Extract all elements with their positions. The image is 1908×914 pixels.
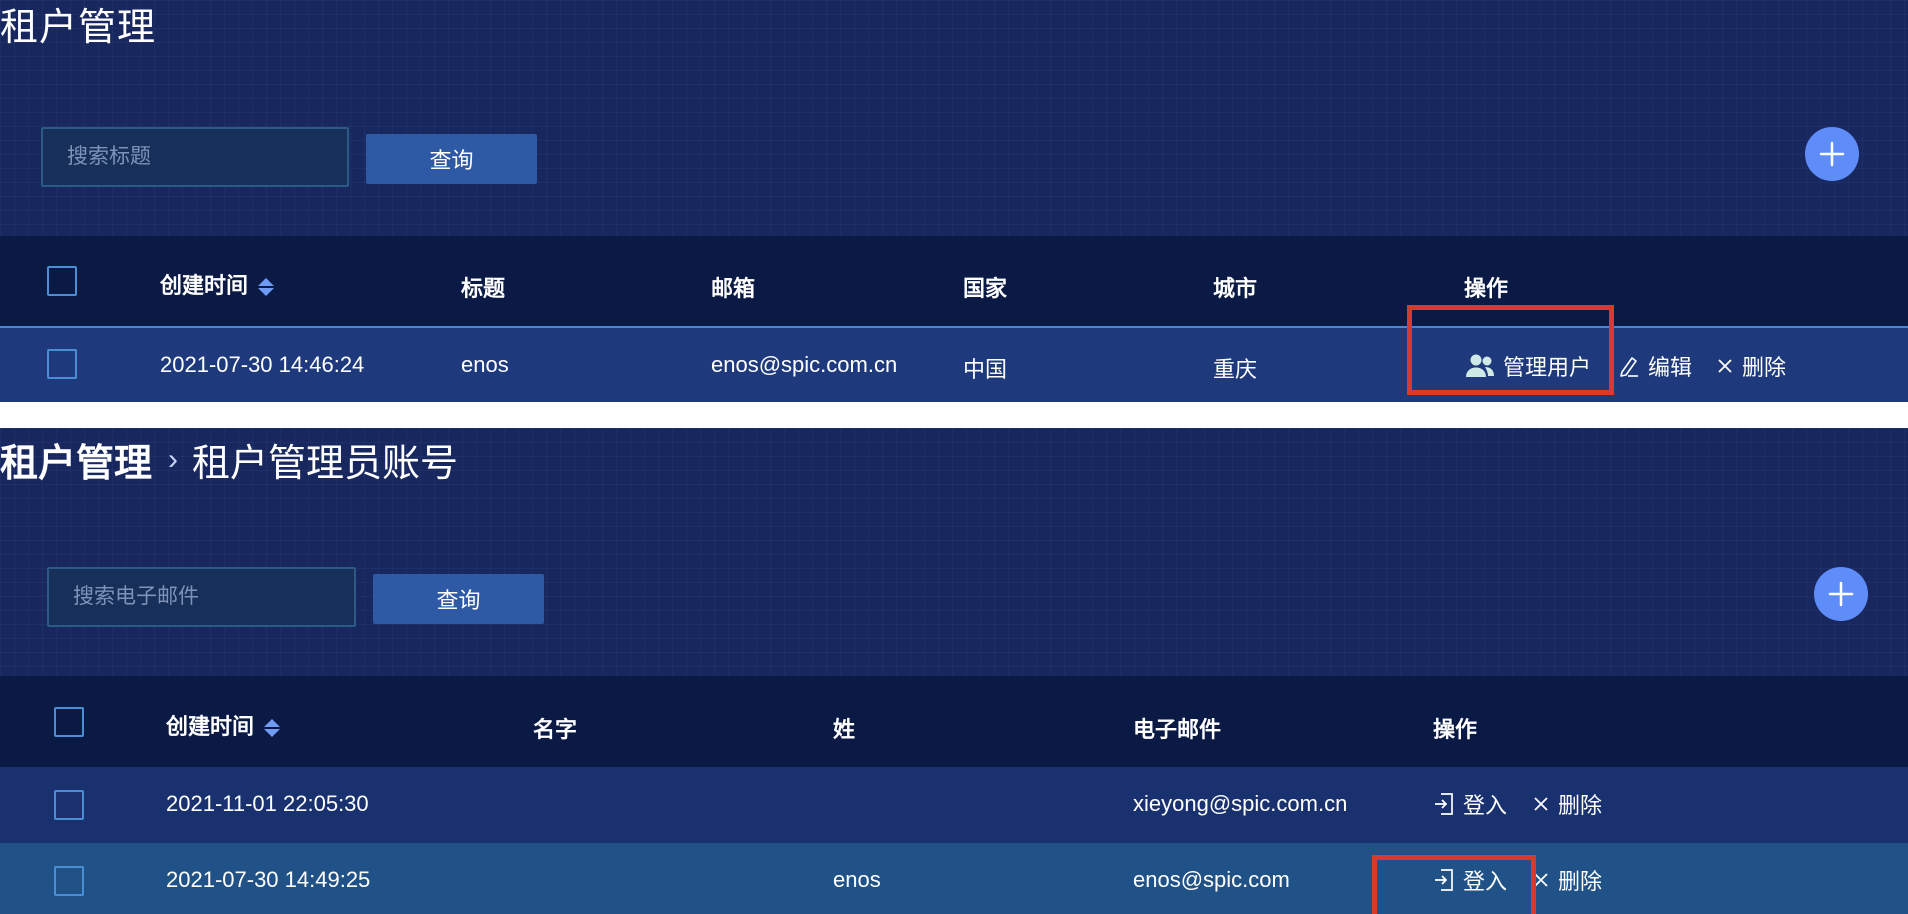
query-button[interactable]: 查询 (373, 574, 544, 624)
delete-button[interactable]: 删除 (1532, 864, 1602, 896)
column-actions: 操作 (1433, 717, 1478, 742)
row-checkbox[interactable] (47, 349, 77, 379)
table-row: 2021-07-30 14:49:25 enos enos@spic.com 登… (0, 843, 1908, 914)
column-actions: 操作 (1464, 276, 1509, 301)
column-country: 国家 (963, 276, 1008, 301)
close-icon (1534, 797, 1548, 811)
column-email: 电子邮件 (1133, 717, 1222, 742)
sort-icon (264, 719, 281, 738)
add-tenant-button[interactable] (1805, 127, 1859, 181)
column-created-time[interactable]: 创建时间 (166, 709, 281, 741)
search-title-input[interactable] (41, 127, 349, 187)
edit-button[interactable]: 编辑 (1618, 350, 1692, 382)
row-checkbox[interactable] (54, 866, 84, 896)
column-first-name: 名字 (533, 717, 578, 742)
tenant-management-panel: 租户管理 查询 创建时间 标题 邮箱 国家 城市 操作 2021-07-30 1… (0, 0, 1908, 402)
column-email: 邮箱 (711, 276, 756, 301)
cell-city: 重庆 (1213, 357, 1258, 382)
add-account-button[interactable] (1814, 567, 1868, 621)
query-button[interactable]: 查询 (366, 134, 537, 184)
edit-icon (1620, 357, 1638, 377)
table-header: 创建时间 名字 姓 电子邮件 操作 (0, 676, 1908, 767)
login-icon (1435, 793, 1453, 815)
row-checkbox[interactable] (54, 790, 84, 820)
breadcrumb: 租户管理 › 租户管理员账号 (0, 432, 458, 487)
delete-button[interactable]: 删除 (1532, 788, 1602, 820)
page-title: 租户管理 (0, 7, 157, 49)
column-last-name: 姓 (833, 717, 856, 742)
close-icon (1718, 359, 1732, 373)
cell-created-time: 2021-11-01 22:05:30 (166, 791, 369, 816)
plus-icon (1819, 141, 1845, 167)
column-created-time[interactable]: 创建时间 (160, 268, 275, 300)
breadcrumb-parent[interactable]: 租户管理 (0, 432, 152, 487)
cell-created-time: 2021-07-30 14:46:24 (160, 352, 365, 377)
delete-button[interactable]: 删除 (1716, 350, 1786, 382)
search-email-input[interactable] (47, 567, 356, 627)
cell-email: xieyong@spic.com.cn (1133, 791, 1348, 816)
login-button[interactable]: 登入 (1433, 788, 1507, 820)
cell-created-time: 2021-07-30 14:49:25 (166, 867, 371, 892)
cell-title: enos (461, 352, 509, 377)
cell-country: 中国 (963, 357, 1008, 382)
cell-email: enos@spic.com.cn (711, 352, 898, 377)
table-row: 2021-11-01 22:05:30 xieyong@spic.com.cn … (0, 767, 1908, 843)
select-all-checkbox[interactable] (54, 707, 84, 737)
column-city: 城市 (1213, 276, 1258, 301)
highlight-box (1372, 855, 1536, 914)
cell-last-name: enos (833, 867, 881, 892)
breadcrumb-current: 租户管理员账号 (192, 443, 459, 485)
cell-email: enos@spic.com (1133, 867, 1290, 892)
breadcrumb-separator-icon: › (168, 442, 179, 476)
tenant-admin-accounts-panel: 租户管理 › 租户管理员账号 查询 创建时间 名字 姓 电子邮件 操作 2021… (0, 428, 1908, 914)
column-title: 标题 (461, 276, 506, 301)
sort-icon (258, 278, 275, 297)
plus-icon (1828, 581, 1854, 607)
table-header: 创建时间 标题 邮箱 国家 城市 操作 (0, 236, 1908, 326)
highlight-box (1407, 305, 1614, 395)
table-row: 2021-07-30 14:46:24 enos enos@spic.com.c… (0, 326, 1908, 402)
select-all-checkbox[interactable] (47, 266, 77, 296)
